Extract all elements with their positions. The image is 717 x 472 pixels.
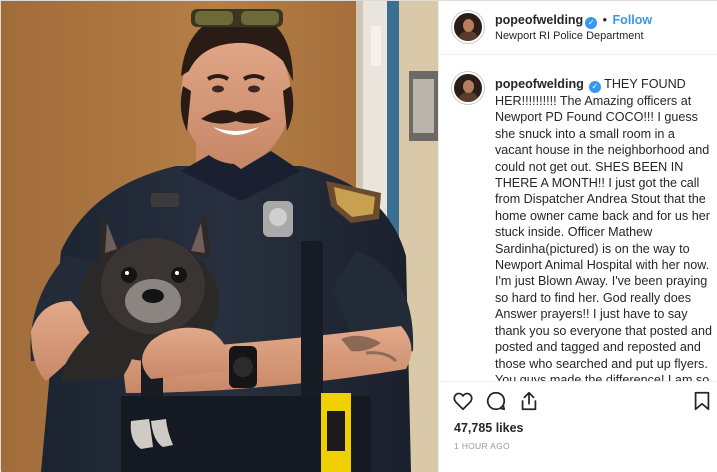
comments-section: popeofwelding ✓ THEY FOUND HER!!!!!!!!!! … — [439, 56, 717, 381]
likes-count[interactable]: 47,785 likes — [454, 421, 524, 435]
verified-badge-icon: ✓ — [588, 81, 601, 93]
avatar-face — [463, 19, 474, 32]
verified-badge-icon: ✓ — [585, 17, 598, 29]
header-user-line: popeofwelding ✓ • Follow — [495, 13, 652, 29]
comment-bubble-icon[interactable] — [485, 390, 507, 412]
post-side-panel: popeofwelding ✓ • Follow Newport RI Polic… — [438, 1, 717, 472]
officer-holding-dog-image — [1, 1, 438, 472]
follow-button[interactable]: Follow — [613, 13, 653, 27]
header-username[interactable]: popeofwelding — [495, 13, 583, 27]
post-timestamp[interactable]: 1 HOUR AGO — [454, 441, 510, 451]
separator-dot: • — [602, 13, 608, 27]
instagram-post: popeofwelding ✓ • Follow Newport RI Polic… — [0, 0, 717, 472]
share-icon[interactable] — [518, 390, 540, 412]
caption-avatar[interactable] — [452, 72, 484, 104]
avatar-body — [458, 92, 479, 102]
heart-icon[interactable] — [452, 390, 474, 412]
post-caption: popeofwelding ✓ THEY FOUND HER!!!!!!!!!! … — [495, 76, 715, 381]
caption-text: THEY FOUND HER!!!!!!!!!! The Amazing off… — [495, 77, 713, 381]
location-link[interactable]: Newport RI Police Department — [495, 30, 644, 42]
post-header: popeofwelding ✓ • Follow Newport RI Polic… — [439, 1, 717, 55]
caption-username[interactable]: popeofwelding — [495, 77, 584, 91]
post-photo[interactable] — [1, 1, 438, 472]
avatar-face — [463, 80, 474, 93]
bookmark-icon[interactable] — [691, 390, 713, 412]
avatar-body — [458, 31, 479, 41]
avatar[interactable] — [452, 11, 484, 43]
post-actions-bar: 47,785 likes 1 HOUR AGO — [439, 381, 717, 472]
